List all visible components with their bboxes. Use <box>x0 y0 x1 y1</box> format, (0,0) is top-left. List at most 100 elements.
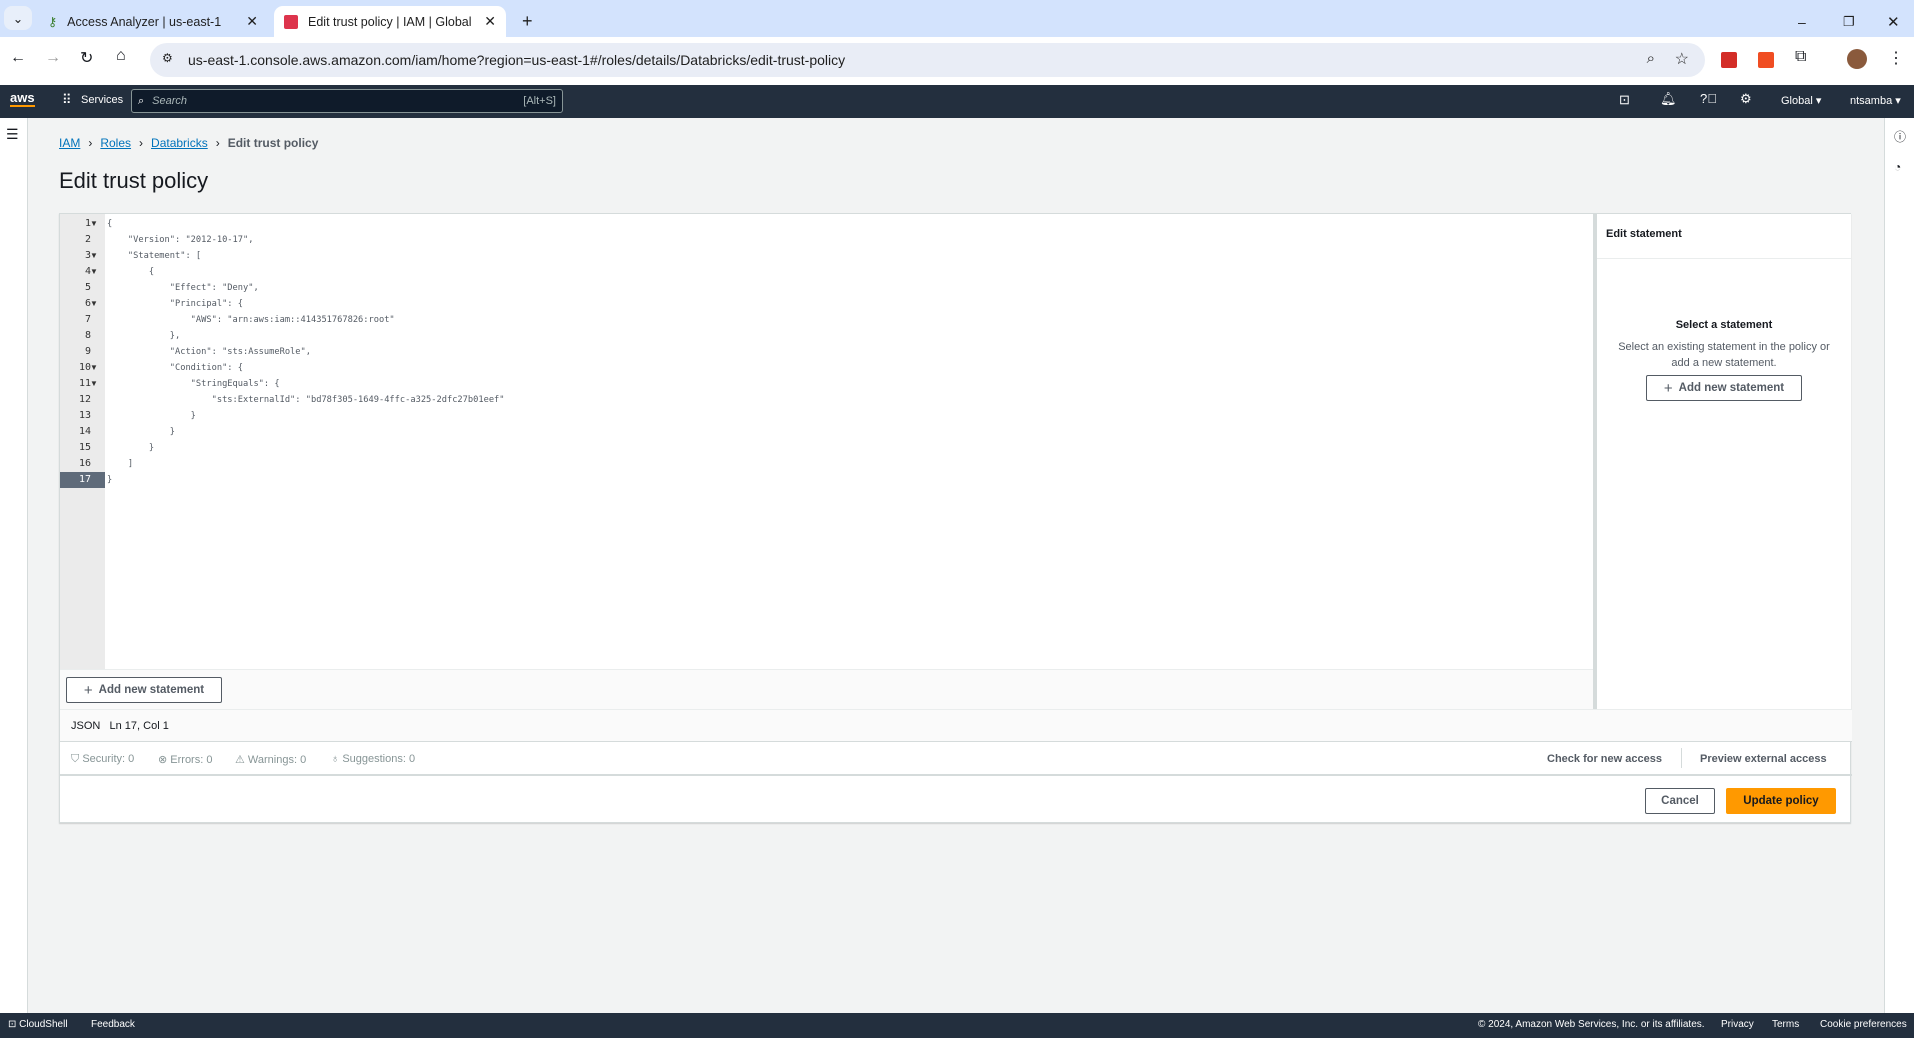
code-line: } <box>107 443 155 453</box>
tab-label: Access Analyzer | us-east-1 <box>67 14 222 29</box>
profile-avatar[interactable] <box>1847 49 1867 69</box>
privacy-link[interactable]: Privacy <box>1721 1019 1754 1030</box>
copyright-text: © 2024, Amazon Web Services, Inc. or its… <box>1478 1019 1705 1030</box>
key-icon: ⚷ <box>48 15 58 29</box>
bookmark-star-icon[interactable]: ☆ <box>1675 49 1689 69</box>
fold-toggle-icon[interactable]: ▼ <box>90 376 102 392</box>
forward-icon[interactable]: → <box>45 49 61 67</box>
findings-security[interactable]: ⛉ Security: 0 <box>71 753 134 766</box>
status-language: JSON <box>71 720 101 732</box>
edit-statement-panel: Edit statement Select a statement Select… <box>1593 214 1851 709</box>
lastpass-extension-icon[interactable] <box>1721 52 1737 68</box>
code-line: ] <box>107 459 134 469</box>
settings-gear-icon[interactable]: ⚙ <box>1740 91 1752 107</box>
reload-icon[interactable]: ↻ <box>80 48 93 68</box>
extensions-puzzle-icon[interactable]: ⧉ <box>1795 48 1806 66</box>
close-tab-icon[interactable]: ✕ <box>484 13 496 30</box>
line-number: 15 <box>78 442 91 453</box>
line-number: 12 <box>78 394 91 405</box>
plus-icon: + <box>1663 379 1673 397</box>
panel-add-new-statement-button[interactable]: + Add new statement <box>1646 375 1802 401</box>
fold-toggle-icon[interactable]: ▼ <box>90 296 102 312</box>
add-new-statement-button[interactable]: + Add new statement <box>66 677 222 703</box>
address-bar-row: ← → ↻ ⌂ ⚙ us-east-1.console.aws.amazon.c… <box>0 37 1914 85</box>
cancel-button[interactable]: Cancel <box>1645 788 1715 814</box>
restore-button[interactable]: ❐ <box>1833 6 1865 37</box>
security-count: Security: 0 <box>82 753 135 765</box>
info-icon[interactable]: ⓘ <box>1894 128 1906 145</box>
services-menu[interactable]: Services <box>81 94 123 106</box>
update-policy-button[interactable]: Update policy <box>1726 788 1836 814</box>
breadcrumb-roles[interactable]: Roles <box>100 136 131 150</box>
line-number: 8 <box>84 330 91 341</box>
check-new-access-button[interactable]: Check for new access <box>1547 753 1662 765</box>
breadcrumb-current: Edit trust policy <box>227 136 319 150</box>
close-tab-icon[interactable]: ✕ <box>246 13 258 30</box>
button-label: Add new statement <box>1678 382 1785 394</box>
browser-tab-bar: ⌄ ⚷ Access Analyzer | us-east-1 ✕ Edit t… <box>0 0 1914 37</box>
chevron-right-icon: › <box>88 136 93 150</box>
json-editor[interactable]: 1 ▼ 2 3 ▼ 4 ▼ 5 6 ▼ 7 8 9 10 ▼ 11 ▼ 12 13 14 15 16 17 { "Versi… <box>60 214 1593 669</box>
zoom-icon[interactable]: ⌕ <box>1647 50 1655 67</box>
code-line: { <box>107 219 113 229</box>
fold-toggle-icon[interactable]: ▼ <box>90 216 102 232</box>
line-number: 7 <box>84 314 91 325</box>
plus-icon: + <box>83 681 93 699</box>
fold-toggle-icon[interactable]: ▼ <box>90 248 102 264</box>
feedback-link[interactable]: Feedback <box>91 1019 135 1030</box>
tab-list-button[interactable]: ⌄ <box>4 6 32 30</box>
menu-kebab-icon[interactable]: ⋮ <box>1888 48 1904 68</box>
code-line: } <box>107 427 175 437</box>
suggestions-count: Suggestions: 0 <box>342 753 416 765</box>
breadcrumb: IAM › Roles › Databricks › Edit trust polic… <box>59 136 318 150</box>
terms-link[interactable]: Terms <box>1772 1019 1799 1030</box>
breadcrumb-databricks[interactable]: Databricks <box>151 136 208 150</box>
fold-toggle-icon[interactable]: ▼ <box>90 360 102 376</box>
search-shortcut: [Alt+S] <box>523 95 556 107</box>
breadcrumb-iam[interactable]: IAM <box>59 136 80 150</box>
tab-access-analyzer[interactable]: ⚷ Access Analyzer | us-east-1 ✕ <box>38 6 268 37</box>
aws-logo[interactable]: aws <box>10 91 35 107</box>
extension-icon[interactable] <box>1758 52 1774 68</box>
right-tools-rail: ⓘ ◔ <box>1884 118 1914 1013</box>
new-tab-button[interactable]: + <box>512 6 543 37</box>
search-placeholder: Search <box>152 95 188 107</box>
preview-external-access-button[interactable]: Preview external access <box>1700 753 1827 765</box>
services-grid-icon[interactable]: ⠿ <box>62 92 72 108</box>
cloudshell-icon[interactable]: ⊡ <box>1619 92 1630 108</box>
close-window-button[interactable]: ✕ <box>1877 6 1910 37</box>
tab-label: Edit trust policy | IAM | Global <box>308 14 472 29</box>
line-number: 2 <box>84 234 91 245</box>
add-statement-row: + Add new statement <box>60 669 1593 709</box>
divider <box>1681 748 1682 768</box>
code-line: "Effect": "Deny", <box>107 283 259 293</box>
minimize-button[interactable]: – <box>1788 6 1816 37</box>
hamburger-menu-icon[interactable]: ☰ <box>6 126 19 143</box>
errors-count: Errors: 0 <box>170 754 213 766</box>
feedback-icon[interactable]: ◔ <box>1894 160 1901 174</box>
help-icon[interactable]: ?⃝ <box>1700 91 1717 106</box>
search-icon: ⌕ <box>138 94 145 107</box>
region-selector[interactable]: Global ▾ <box>1781 94 1821 107</box>
line-number: 17 <box>60 472 105 488</box>
cookie-preferences-link[interactable]: Cookie preferences <box>1820 1019 1907 1030</box>
fold-toggle-icon[interactable]: ▼ <box>90 264 102 280</box>
warnings-count: Warnings: 0 <box>247 754 307 766</box>
home-icon[interactable]: ⌂ <box>116 47 126 65</box>
site-settings-icon[interactable]: ⚙ <box>162 51 173 65</box>
policy-findings-bar: ⛉ Security: 0 ⊗ Errors: 0 ⚠ Warnings: 0 … <box>60 741 1852 776</box>
account-menu[interactable]: ntsamba ▾ <box>1850 94 1901 107</box>
findings-warnings[interactable]: ⚠ Warnings: 0 <box>235 753 306 766</box>
back-icon[interactable]: ← <box>10 49 26 67</box>
code-line: "StringEquals": { <box>107 379 280 389</box>
code-line: } <box>107 475 113 485</box>
findings-suggestions[interactable]: ♁ Suggestions: 0 <box>331 753 415 765</box>
notifications-bell-icon[interactable]: 🔔︎ <box>1660 91 1677 107</box>
findings-errors[interactable]: ⊗ Errors: 0 <box>158 753 212 766</box>
tab-edit-trust-policy[interactable]: Edit trust policy | IAM | Global ✕ <box>274 6 506 37</box>
line-number: 14 <box>78 426 91 437</box>
url-input[interactable]: ⚙ us-east-1.console.aws.amazon.com/iam/h… <box>150 43 1705 77</box>
code-line: } <box>107 411 196 421</box>
cloudshell-link[interactable]: ⊡ CloudShell <box>8 1019 68 1030</box>
search-input[interactable]: ⌕ Search [Alt+S] <box>131 89 563 113</box>
